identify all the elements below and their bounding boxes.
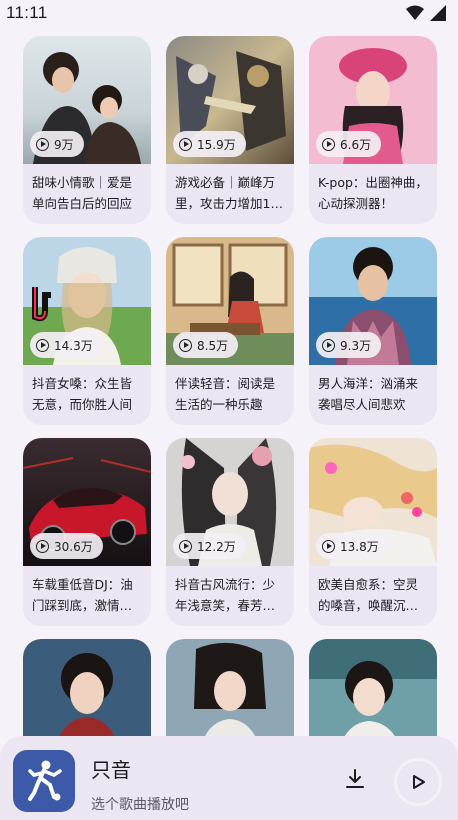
play-count: 30.6万 xyxy=(54,539,93,554)
playlist-card[interactable]: 30.6万 车载重低音DJ：油门踩到底，激情… xyxy=(23,438,151,626)
play-count: 15.9万 xyxy=(197,137,236,152)
play-count-icon xyxy=(322,338,335,352)
player-avatar[interactable] xyxy=(13,750,75,812)
playlist-card[interactable]: 15.9万 游戏必备｜巅峰万里，攻击力增加1… xyxy=(166,36,294,224)
play-count: 12.2万 xyxy=(197,539,236,554)
mini-player[interactable]: 只音 选个歌曲播放吧 xyxy=(0,736,458,820)
playlist-title: K-pop：出圈神曲，心动探测器！ xyxy=(318,175,428,211)
play-count: 13.8万 xyxy=(340,539,379,554)
playlist-cover: 12.2万 xyxy=(166,438,294,566)
status-bar: 11:11 xyxy=(0,0,458,26)
wifi-icon xyxy=(406,5,424,20)
play-count-icon xyxy=(36,137,49,151)
play-count: 6.6万 xyxy=(340,137,372,152)
playlist-title: 欧美自愈系：空灵的嗓音，唤醒沉… xyxy=(318,577,419,613)
playlist-cover: 14.3万 xyxy=(23,237,151,365)
download-button[interactable] xyxy=(340,764,370,794)
playlist-card[interactable]: 9.3万 男人海洋：汹涌来袭唱尽人间悲欢 xyxy=(309,237,437,425)
battery-icon xyxy=(430,5,446,21)
play-count-badge: 13.8万 xyxy=(316,533,389,559)
play-count-badge: 6.6万 xyxy=(316,131,382,157)
play-count-icon xyxy=(179,137,192,151)
play-count-badge: 12.2万 xyxy=(173,533,246,559)
play-count-icon xyxy=(179,539,192,553)
playlist-card[interactable]: 14.3万 抖音女嗓：众生皆无意，而你胜人间 xyxy=(23,237,151,425)
playlist-title: 抖音女嗓：众生皆无意，而你胜人间 xyxy=(32,376,133,412)
playlist-title: 伴读轻音：阅读是生活的一种乐趣 xyxy=(175,376,276,412)
play-count-badge: 9万 xyxy=(30,131,84,157)
dancer-icon xyxy=(28,760,62,801)
play-count-badge: 14.3万 xyxy=(30,332,103,358)
playlist-title: 车载重低音DJ：油门踩到底，激情… xyxy=(32,577,133,613)
player-title: 只音 xyxy=(91,758,131,782)
play-count-badge: 15.9万 xyxy=(173,131,246,157)
play-count-icon xyxy=(322,539,335,553)
status-time: 11:11 xyxy=(6,3,48,22)
play-count-badge: 8.5万 xyxy=(173,332,239,358)
play-count-badge: 9.3万 xyxy=(316,332,382,358)
play-count-icon xyxy=(36,338,49,352)
status-icons xyxy=(406,5,446,21)
playlist-cover: 15.9万 xyxy=(166,36,294,164)
playlist-cover: 13.8万 xyxy=(309,438,437,566)
playlist-card[interactable]: 13.8万 欧美自愈系：空灵的嗓音，唤醒沉… xyxy=(309,438,437,626)
playlist-card[interactable]: 9万 甜味小情歌｜爱是单向告白后的回应 xyxy=(23,36,151,224)
play-count-badge: 30.6万 xyxy=(30,533,103,559)
play-count: 9.3万 xyxy=(340,338,372,353)
player-subtitle: 选个歌曲播放吧 xyxy=(91,797,189,813)
playlist-title: 男人海洋：汹涌来袭唱尽人间悲欢 xyxy=(318,376,419,412)
playlist-title: 甜味小情歌｜爱是单向告白后的回应 xyxy=(32,175,133,211)
playlist-title: 抖音古风流行：少年浅意笑，春芳… xyxy=(175,577,276,613)
play-count-icon xyxy=(36,539,49,553)
playlist-cover: 8.5万 xyxy=(166,237,294,365)
play-count: 14.3万 xyxy=(54,338,93,353)
playlist-card[interactable]: 6.6万 K-pop：出圈神曲，心动探测器！ xyxy=(309,36,437,224)
download-icon xyxy=(346,769,364,788)
play-count-icon xyxy=(322,137,335,151)
playlist-card[interactable]: 8.5万 伴读轻音：阅读是生活的一种乐趣 xyxy=(166,237,294,425)
play-button[interactable] xyxy=(394,758,442,806)
playlist-title: 游戏必备｜巅峰万里，攻击力增加1… xyxy=(175,175,283,211)
play-count: 9万 xyxy=(54,137,74,152)
play-icon xyxy=(413,775,425,789)
play-count-icon xyxy=(179,338,192,352)
playlist-grid: 9万 甜味小情歌｜爱是单向告白后的回应 15.9万 游戏必备｜巅峰万里，攻击力增… xyxy=(23,36,440,820)
playlist-cover: 9万 xyxy=(23,36,151,164)
playlist-card[interactable]: 12.2万 抖音古风流行：少年浅意笑，春芳… xyxy=(166,438,294,626)
playlist-cover: 9.3万 xyxy=(309,237,437,365)
playlist-cover: 6.6万 xyxy=(309,36,437,164)
play-count: 8.5万 xyxy=(197,338,229,353)
playlist-cover: 30.6万 xyxy=(23,438,151,566)
